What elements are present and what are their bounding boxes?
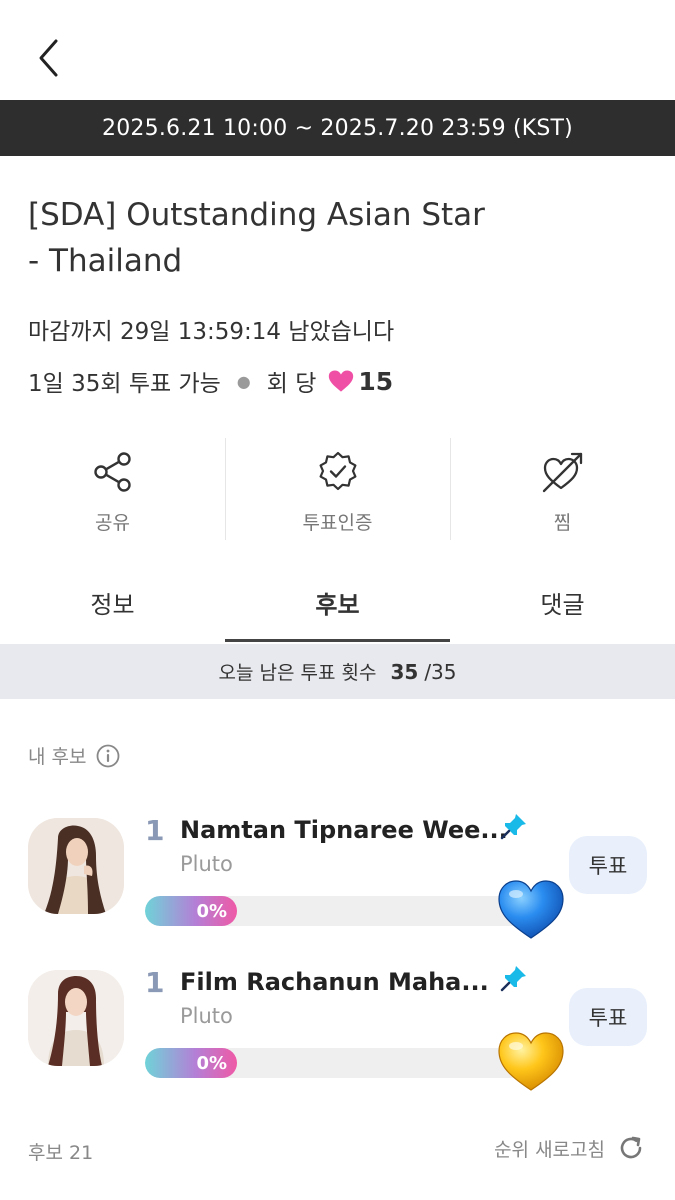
vote-period: 2025.6.21 10:00 ~ 2025.7.20 23:59 (KST) — [0, 100, 675, 156]
refresh-label: 순위 새로고침 — [494, 1138, 605, 1161]
refresh-ranking-button[interactable]: 순위 새로고침 — [494, 1134, 645, 1162]
candidate-agency: Pluto — [180, 852, 233, 876]
remaining-current: 35 — [390, 659, 419, 684]
info-icon[interactable] — [96, 744, 120, 768]
pin-icon — [500, 814, 526, 840]
vote-progress-bar: 0% — [145, 1048, 525, 1078]
top-bar — [0, 0, 675, 100]
favorite-label: 찜 — [553, 512, 572, 534]
daily-limit: 1일 35회 투표 가능 — [28, 371, 221, 397]
verified-badge-icon — [319, 451, 356, 491]
action-row: 공유 투표인증 찜 — [0, 438, 675, 540]
tab-bar: 정보 후보 댓글 — [0, 568, 675, 644]
vote-progress-bar: 0% — [145, 896, 525, 926]
remaining-votes-bar: 오늘 남은 투표 횟수 35 /35 — [0, 644, 675, 699]
chevron-left-icon — [39, 39, 58, 77]
vote-percent: 0% — [196, 900, 227, 922]
my-candidates-label: 내 후보 — [28, 746, 87, 768]
vote-limit-row: 1일 35회 투표 가능 ● 회 당 15 — [28, 364, 393, 398]
my-candidates-header: 내 후보 — [28, 742, 120, 769]
share-icon — [93, 452, 131, 492]
page-title: [SDA] Outstanding Asian Star - Thailand — [28, 192, 628, 284]
candidate-rank: 1 — [145, 966, 165, 999]
heart-arrow-icon — [542, 452, 582, 493]
tab-candidates[interactable]: 후보 — [225, 568, 450, 642]
candidate-card: 1 Film Rachanun Maha... Pluto 0% 투표 — [0, 952, 675, 1092]
tab-comments[interactable]: 댓글 — [450, 568, 675, 636]
heart-icon — [329, 370, 354, 392]
vote-progress-fill: 0% — [145, 896, 237, 926]
vote-verify-button[interactable]: 투표인증 — [225, 438, 450, 540]
deadline-countdown: 마감까지 29일 13:59:14 남았습니다 — [28, 319, 395, 345]
blue-heart-icon — [498, 880, 564, 939]
pin-icon — [500, 966, 526, 992]
refresh-icon — [620, 1136, 642, 1159]
candidate-rank: 1 — [145, 814, 165, 847]
remaining-label: 오늘 남은 투표 횟수 — [218, 662, 377, 684]
vote-verify-label: 투표인증 — [302, 512, 373, 534]
title-line-2: - Thailand — [28, 243, 183, 279]
candidate-name[interactable]: Namtan Tipnaree Wee... — [180, 816, 508, 844]
candidate-count: 후보 21 — [28, 1142, 94, 1164]
title-line-1: [SDA] Outstanding Asian Star — [28, 197, 485, 233]
candidate-footer: 후보 21 순위 새로고침 — [0, 1130, 675, 1170]
per-vote-label: 회 당 — [266, 371, 317, 397]
vote-progress-fill: 0% — [145, 1048, 237, 1078]
candidate-avatar — [28, 970, 124, 1066]
candidate-avatar — [28, 818, 124, 914]
yellow-heart-icon — [498, 1032, 564, 1091]
share-button[interactable]: 공유 — [0, 438, 225, 540]
share-label: 공유 — [95, 512, 130, 534]
favorite-button[interactable]: 찜 — [450, 438, 675, 540]
vote-button[interactable]: 투표 — [569, 988, 647, 1046]
candidate-name[interactable]: Film Rachanun Maha... — [180, 968, 489, 996]
remaining-total: /35 — [424, 659, 457, 684]
candidate-card: 1 Namtan Tipnaree Wee... Pluto 0% 투표 — [0, 800, 675, 940]
candidate-agency: Pluto — [180, 1004, 233, 1028]
separator-dot: ● — [236, 371, 251, 391]
vote-percent: 0% — [196, 1052, 227, 1074]
per-vote-value: 15 — [358, 366, 394, 396]
back-button[interactable] — [26, 36, 70, 80]
vote-button[interactable]: 투표 — [569, 836, 647, 894]
tab-info[interactable]: 정보 — [0, 568, 225, 636]
